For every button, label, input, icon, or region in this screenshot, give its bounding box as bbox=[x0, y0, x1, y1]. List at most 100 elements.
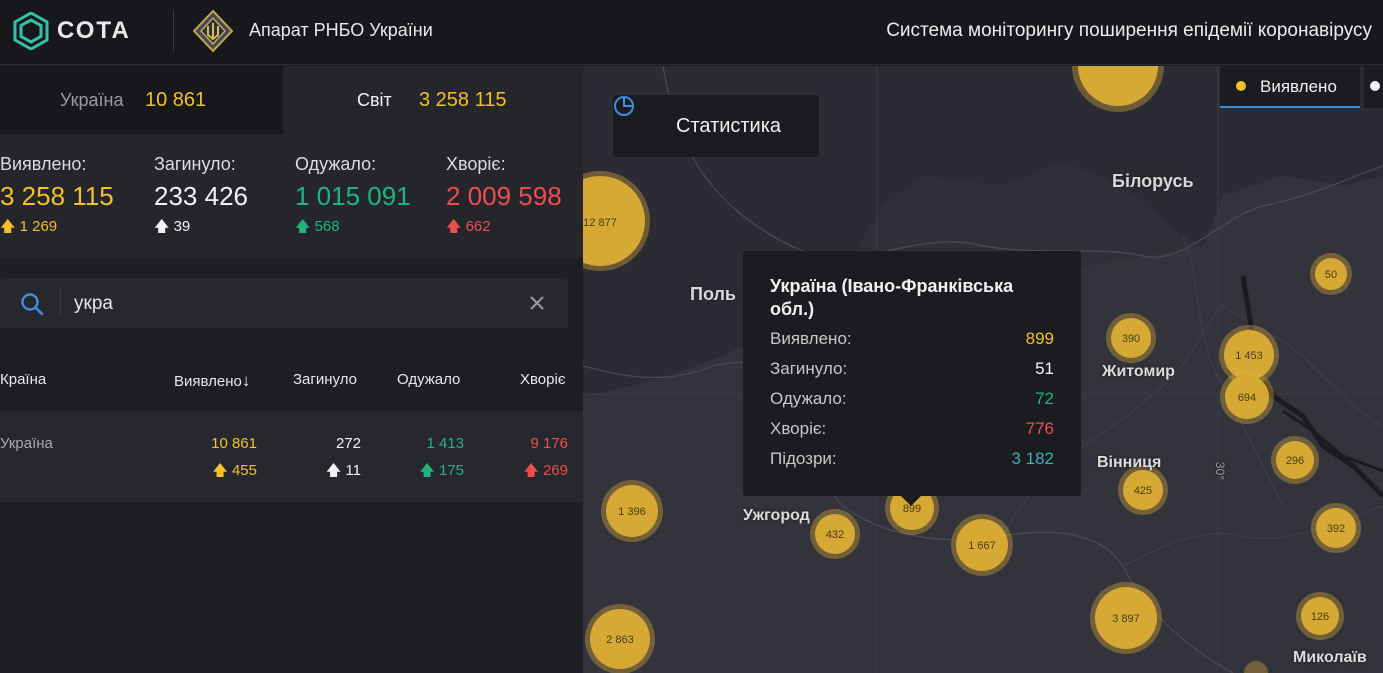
table-header: Країна Виявлено↓ Загинуло Одужало Хворіє bbox=[0, 353, 583, 411]
tab-world[interactable]: Світ 3 258 115 bbox=[283, 66, 583, 134]
close-icon[interactable] bbox=[528, 294, 546, 312]
stat-confirmed-delta-value: 1 269 bbox=[19, 218, 58, 235]
legend-dot-icon bbox=[1370, 81, 1380, 91]
cluster-label: 694 bbox=[1238, 392, 1256, 404]
table-row[interactable]: Україна 10 861 🡅 455 272 🡅 11 1 413 🡅 17… bbox=[0, 411, 583, 502]
tab-ukraine-label: Україна bbox=[60, 90, 124, 110]
column-sick[interactable]: Хворіє bbox=[520, 371, 565, 388]
cluster-label: 296 bbox=[1286, 455, 1304, 467]
stat-confirmed-value: 3 258 115 bbox=[0, 181, 114, 211]
stat-recovered: Одужало: 1 015 091 🡅 568 bbox=[295, 154, 411, 241]
org-name: Апарат РНБО України bbox=[249, 20, 433, 40]
tooltip-value: 51 bbox=[1035, 359, 1054, 378]
arrow-up-icon: 🡅 bbox=[0, 218, 16, 235]
row-deaths-delta-value: 11 bbox=[345, 462, 361, 479]
search-icon bbox=[21, 293, 44, 316]
row-sick: 9 176 bbox=[530, 435, 568, 452]
map-view[interactable]: 12 877 50 390 1 453 694 296 425 392 1 39… bbox=[583, 66, 1383, 673]
tooltip-arrow bbox=[901, 496, 921, 506]
arrow-up-icon: 🡅 bbox=[154, 218, 170, 235]
label-belarus: Білорусь bbox=[1112, 171, 1194, 191]
cluster-label: 126 bbox=[1311, 611, 1329, 623]
cluster-label: 392 bbox=[1327, 523, 1345, 535]
stat-deaths-label: Загинуло: bbox=[154, 154, 236, 174]
stat-recovered-delta: 🡅 568 bbox=[295, 216, 411, 241]
search-area bbox=[0, 258, 583, 353]
sota-logo-icon[interactable] bbox=[12, 12, 50, 50]
row-sick-delta: 🡅 269 bbox=[523, 460, 568, 485]
stat-sick: Хворіє: 2 009 598 🡅 662 bbox=[446, 154, 562, 241]
stat-deaths-value: 233 426 bbox=[154, 181, 248, 211]
row-recovered: 1 413 bbox=[426, 435, 464, 452]
arrow-up-icon: 🡅 bbox=[212, 462, 228, 479]
pie-chart-icon bbox=[614, 96, 634, 116]
stat-sick-delta: 🡅 662 bbox=[446, 216, 562, 241]
column-country[interactable]: Країна bbox=[0, 371, 46, 388]
tooltip-value: 899 bbox=[1025, 329, 1054, 348]
arrow-up-icon: 🡅 bbox=[523, 462, 539, 479]
world-stats: Виявлено: 3 258 115 🡅 1 269 Загинуло: 23… bbox=[0, 134, 583, 258]
cluster-label: 1 667 bbox=[968, 540, 996, 552]
search-input[interactable] bbox=[74, 290, 504, 318]
legend-tab-next[interactable] bbox=[1364, 66, 1383, 108]
column-recovered[interactable]: Одужало bbox=[397, 371, 460, 388]
tooltip-value: 776 bbox=[1025, 419, 1054, 438]
stat-sick-label: Хворіє: bbox=[446, 154, 506, 174]
statistics-button[interactable]: Статистика bbox=[613, 95, 819, 157]
statistics-button-label: Статистика bbox=[676, 115, 782, 137]
tooltip-label: Виявлено: bbox=[770, 329, 852, 348]
tooltip-label: Загинуло: bbox=[770, 359, 848, 378]
rnbo-emblem-icon bbox=[193, 10, 233, 52]
left-panel: Україна 10 861 Світ 3 258 115 Виявлено: … bbox=[0, 66, 583, 673]
row-sick-delta-value: 269 bbox=[542, 462, 568, 479]
label-uzhhorod: Ужгород bbox=[743, 507, 810, 524]
arrow-up-icon: 🡅 bbox=[295, 218, 311, 235]
logo-text[interactable]: СОТА bbox=[57, 17, 131, 45]
search-separator bbox=[60, 289, 61, 317]
column-deaths[interactable]: Загинуло bbox=[293, 371, 357, 388]
row-deaths-delta: 🡅 11 bbox=[326, 460, 361, 485]
row-deaths: 272 bbox=[335, 435, 361, 452]
tab-ukraine[interactable]: Україна 10 861 bbox=[0, 66, 283, 134]
cluster-label: 12 877 bbox=[583, 217, 617, 229]
label-vinnytsia: Вінниця bbox=[1097, 454, 1162, 471]
stat-deaths-delta-value: 39 bbox=[173, 218, 191, 235]
tooltip-title: Україна (Івано-Франківська обл.) bbox=[770, 276, 1014, 319]
stat-recovered-delta-value: 568 bbox=[314, 218, 340, 235]
arrow-up-icon: 🡅 bbox=[446, 218, 462, 235]
label-mykolaiv: Миколаїв bbox=[1293, 649, 1367, 666]
tooltip-label: Одужало: bbox=[770, 389, 847, 408]
tab-world-label: Світ bbox=[357, 90, 392, 110]
sort-arrow-down-icon: ↓ bbox=[241, 371, 251, 390]
arrow-up-icon: 🡅 bbox=[419, 462, 435, 479]
stat-sick-delta-value: 662 bbox=[465, 218, 491, 235]
system-title: Система моніторингу поширення епідемії к… bbox=[886, 20, 1372, 41]
stat-deaths-delta: 🡅 39 bbox=[154, 216, 248, 241]
row-confirmed-delta: 🡅 455 bbox=[212, 460, 257, 485]
stat-confirmed: Виявлено: 3 258 115 🡅 1 269 bbox=[0, 154, 114, 241]
stat-recovered-value: 1 015 091 bbox=[295, 181, 411, 211]
tab-ukraine-value: 10 861 bbox=[145, 89, 207, 111]
column-confirmed[interactable]: Виявлено↓ bbox=[174, 371, 250, 391]
stat-confirmed-label: Виявлено: bbox=[0, 154, 87, 174]
cluster-label: 2 863 bbox=[606, 634, 634, 646]
cluster-label: 432 bbox=[826, 529, 844, 541]
stat-deaths: Загинуло: 233 426 🡅 39 bbox=[154, 154, 248, 241]
top-bar: СОТА Апарат РНБО України Система монітор… bbox=[0, 0, 1383, 65]
tooltip-label: Підозри: bbox=[770, 449, 837, 468]
cluster-label: 425 bbox=[1134, 485, 1152, 497]
region-tooltip: Україна (Івано-Франківська обл.) Виявлен… bbox=[743, 251, 1081, 496]
cluster-label: 1 453 bbox=[1235, 350, 1263, 362]
row-recovered-delta: 🡅 175 bbox=[419, 460, 464, 485]
tooltip-value: 3 182 bbox=[1011, 449, 1054, 468]
stat-recovered-label: Одужало: bbox=[295, 154, 377, 174]
legend-label: Виявлено bbox=[1260, 77, 1337, 96]
tab-world-value: 3 258 115 bbox=[419, 89, 507, 111]
cluster-label: 1 396 bbox=[618, 506, 646, 518]
header-divider bbox=[173, 10, 174, 52]
label-poland: Поль bbox=[690, 284, 736, 304]
stat-confirmed-delta: 🡅 1 269 bbox=[0, 216, 114, 241]
column-confirmed-label: Виявлено bbox=[174, 373, 242, 390]
search-box bbox=[0, 278, 568, 328]
legend-tab-confirmed[interactable]: Виявлено bbox=[1220, 66, 1360, 108]
